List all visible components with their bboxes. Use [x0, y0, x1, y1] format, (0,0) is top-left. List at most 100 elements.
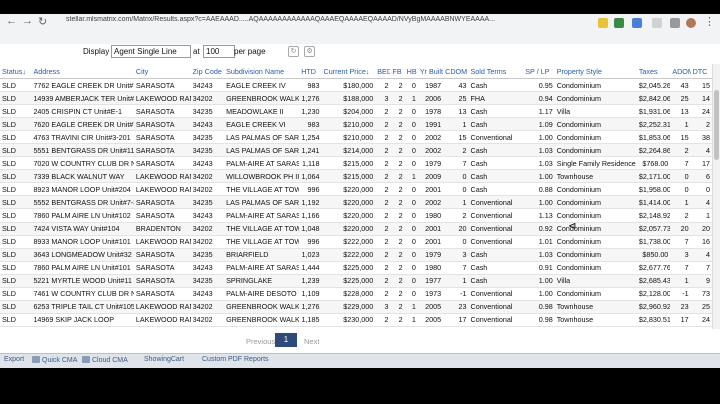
cell-zip: 34235	[190, 143, 225, 158]
column-header-city[interactable]: City	[133, 64, 191, 79]
column-header-yr-built[interactable]: Yr Built	[417, 64, 444, 79]
cell-subdivision: MEADOWLAKE II	[224, 104, 300, 119]
current-page-button[interactable]: 1	[275, 333, 297, 347]
cloud-cma-button[interactable]: Cloud CMA	[82, 356, 128, 364]
cell-taxes: $2,264.86	[636, 143, 671, 158]
column-header-bed[interactable]: BED	[375, 64, 391, 79]
table-row[interactable]: SLD 6253 TRIPLE TAIL CT Unit#105 LAKEWOOD …	[0, 300, 712, 314]
cell-bed: 2	[375, 248, 391, 262]
column-header-subdivision[interactable]: Subdivision Name	[224, 64, 300, 79]
cell-address: 14969 SKIP JACK LOOP	[31, 313, 134, 327]
cell-fb: 2	[390, 235, 405, 249]
showing-cart-button[interactable]: ShowingCart	[144, 356, 184, 363]
export-button[interactable]: Export	[4, 356, 24, 363]
table-row[interactable]: SLD 7424 VISTA WAY Unit#104 BRADENTON 34202…	[0, 222, 712, 236]
column-header-status[interactable]: Status↓	[0, 64, 32, 79]
vertical-scrollbar[interactable]	[712, 64, 720, 329]
column-header-price[interactable]: Current Price↓	[321, 64, 376, 79]
cell-price: $228,000	[321, 287, 376, 301]
column-header-sold-terms[interactable]: Sold Terms	[468, 64, 524, 79]
cell-status: SLD	[0, 91, 32, 106]
table-row[interactable]: SLD 7020 W COUNTRY CLUB DR N SARASOTA 34243…	[0, 156, 712, 171]
cell-sp-lp: 1.17	[523, 104, 555, 119]
per-page-select[interactable]: 100	[203, 45, 235, 58]
cell-htd: 1,444	[299, 261, 322, 275]
cell-city: SARASOTA	[133, 208, 191, 223]
cell-zip: 34243	[190, 287, 225, 301]
extension-icon[interactable]	[632, 18, 642, 28]
back-arrow-icon[interactable]: ←	[6, 15, 17, 27]
column-header-taxes[interactable]: Taxes	[636, 64, 671, 79]
column-header-htd[interactable]: HTD	[299, 64, 322, 79]
reload-icon[interactable]: ↻	[38, 15, 47, 28]
cell-zip: 34202	[190, 169, 225, 184]
cell-sold-terms: Cash	[468, 156, 524, 171]
cell-dtc: 9	[690, 274, 712, 288]
refresh-icon[interactable]: ↻	[288, 46, 299, 57]
table-row[interactable]: SLD 14939 AMBERJACK TER Unit#1 LAKEWOOD RA…	[0, 91, 712, 106]
extension-icon[interactable]	[614, 18, 624, 28]
table-row[interactable]: SLD 3643 LONGMEADOW Unit#32 SARASOTA 34235 B…	[0, 248, 712, 262]
next-page-link[interactable]: Next	[304, 337, 319, 346]
cell-status: SLD	[0, 222, 32, 236]
cell-fb: 2	[390, 287, 405, 301]
extension-icon[interactable]	[598, 18, 608, 28]
table-row[interactable]: SLD 7860 PALM AIRE LN Unit#101 SARASOTA 342…	[0, 261, 712, 275]
cell-bed: 2	[375, 235, 391, 249]
cell-sold-terms: Conventional	[468, 300, 524, 314]
cell-adom: 3	[670, 248, 691, 262]
profile-avatar[interactable]	[686, 18, 696, 28]
cell-address: 7860 PALM AIRE LN Unit#101	[31, 261, 134, 275]
table-row[interactable]: SLD 2405 CRISPIN CT Unit#E-1 SARASOTA 34235…	[0, 104, 712, 119]
table-row[interactable]: SLD 7860 PALM AIRE LN Unit#102 SARASOTA 342…	[0, 208, 712, 223]
forward-arrow-icon[interactable]: →	[22, 15, 33, 27]
cell-cdom: 13	[443, 104, 469, 119]
table-row[interactable]: SLD 5221 MYRTLE WOOD Unit#11 SARASOTA 34235…	[0, 274, 712, 288]
scrollbar-thumb[interactable]	[714, 90, 719, 160]
display-select[interactable]: Agent Single Line	[111, 45, 191, 58]
table-row[interactable]: SLD 4763 TRAVINI CIR Unit#3-201 SARASOTA 34…	[0, 130, 712, 145]
cell-dtc: 7	[690, 261, 712, 275]
column-header-hb[interactable]: HB	[404, 64, 418, 79]
cell-hb: 0	[404, 222, 418, 236]
table-row[interactable]: SLD 7620 EAGLE CREEK DR Unit#76 SARASOTA 34…	[0, 117, 712, 132]
cell-dtc: 24	[690, 313, 712, 327]
address-bar-url[interactable]: stellar.mlsmatrix.com/Matrix/Results.asp…	[66, 16, 566, 23]
cell-zip: 34235	[190, 195, 225, 210]
custom-pdf-reports-button[interactable]: Custom PDF Reports	[202, 356, 269, 363]
previous-page-link[interactable]: Previous	[246, 337, 275, 346]
column-header-zip[interactable]: Zip Code	[190, 64, 225, 79]
cloud-icon	[82, 356, 90, 363]
extension-icon[interactable]	[670, 18, 680, 28]
column-header-property-style[interactable]: Property Style	[554, 64, 637, 79]
cell-bed: 3	[375, 300, 391, 314]
cell-address: 7620 EAGLE CREEK DR Unit#76	[31, 117, 134, 132]
cell-fb: 2	[390, 130, 405, 145]
table-row[interactable]: SLD 7762 EAGLE CREEK DR Unit#77 SARASOTA 34…	[0, 78, 712, 93]
gear-icon[interactable]: ⚙	[304, 46, 315, 57]
column-header-sp-lp[interactable]: SP / LP	[523, 64, 555, 79]
table-header-row: Status↓ Address City Zip Code Subdivisio…	[0, 64, 712, 79]
cell-htd: 1,276	[299, 300, 322, 314]
extension-icon[interactable]	[652, 18, 662, 28]
table-row[interactable]: SLD 5552 BENTGRASS DR Unit#7-3 SARASOTA 342…	[0, 195, 712, 210]
table-row[interactable]: SLD8933 MANOR LOOP Unit#101LAKEWOOD RANC…	[0, 235, 712, 249]
table-row[interactable]: SLD7339 BLACK WALNUT WAYLAKEWOOD RANC342…	[0, 169, 712, 184]
cell-hb: 1	[404, 169, 418, 184]
table-row[interactable]: SLD14969 SKIP JACK LOOPLAKEWOOD RANC3420…	[0, 313, 712, 327]
column-header-adom[interactable]: ADOM	[670, 64, 691, 79]
table-row[interactable]: SLD 7461 W COUNTRY CLUB DR N U SARASOTA 342…	[0, 287, 712, 301]
table-row[interactable]: SLD8923 MANOR LOOP Unit#204LAKEWOOD RANC…	[0, 182, 712, 197]
table-row[interactable]: SLD 5551 BENTGRASS DR Unit#11- SARASOTA 342…	[0, 143, 712, 158]
quick-cma-button[interactable]: Quick CMA	[32, 356, 77, 364]
cell-subdivision: GREENBROOK WALK PH	[224, 313, 300, 327]
cell-adom: 0	[670, 169, 691, 184]
column-header-dtc[interactable]: DTC	[690, 64, 712, 79]
column-header-cdom[interactable]: CDOM	[443, 64, 469, 79]
per-page-label: per page	[234, 47, 266, 56]
column-header-fb[interactable]: FB	[390, 64, 405, 79]
cell-yr-built: 1977	[417, 274, 444, 288]
display-label: Display	[83, 47, 110, 56]
column-header-address[interactable]: Address	[31, 64, 134, 79]
browser-menu-icon[interactable]: ⋮	[704, 15, 715, 28]
